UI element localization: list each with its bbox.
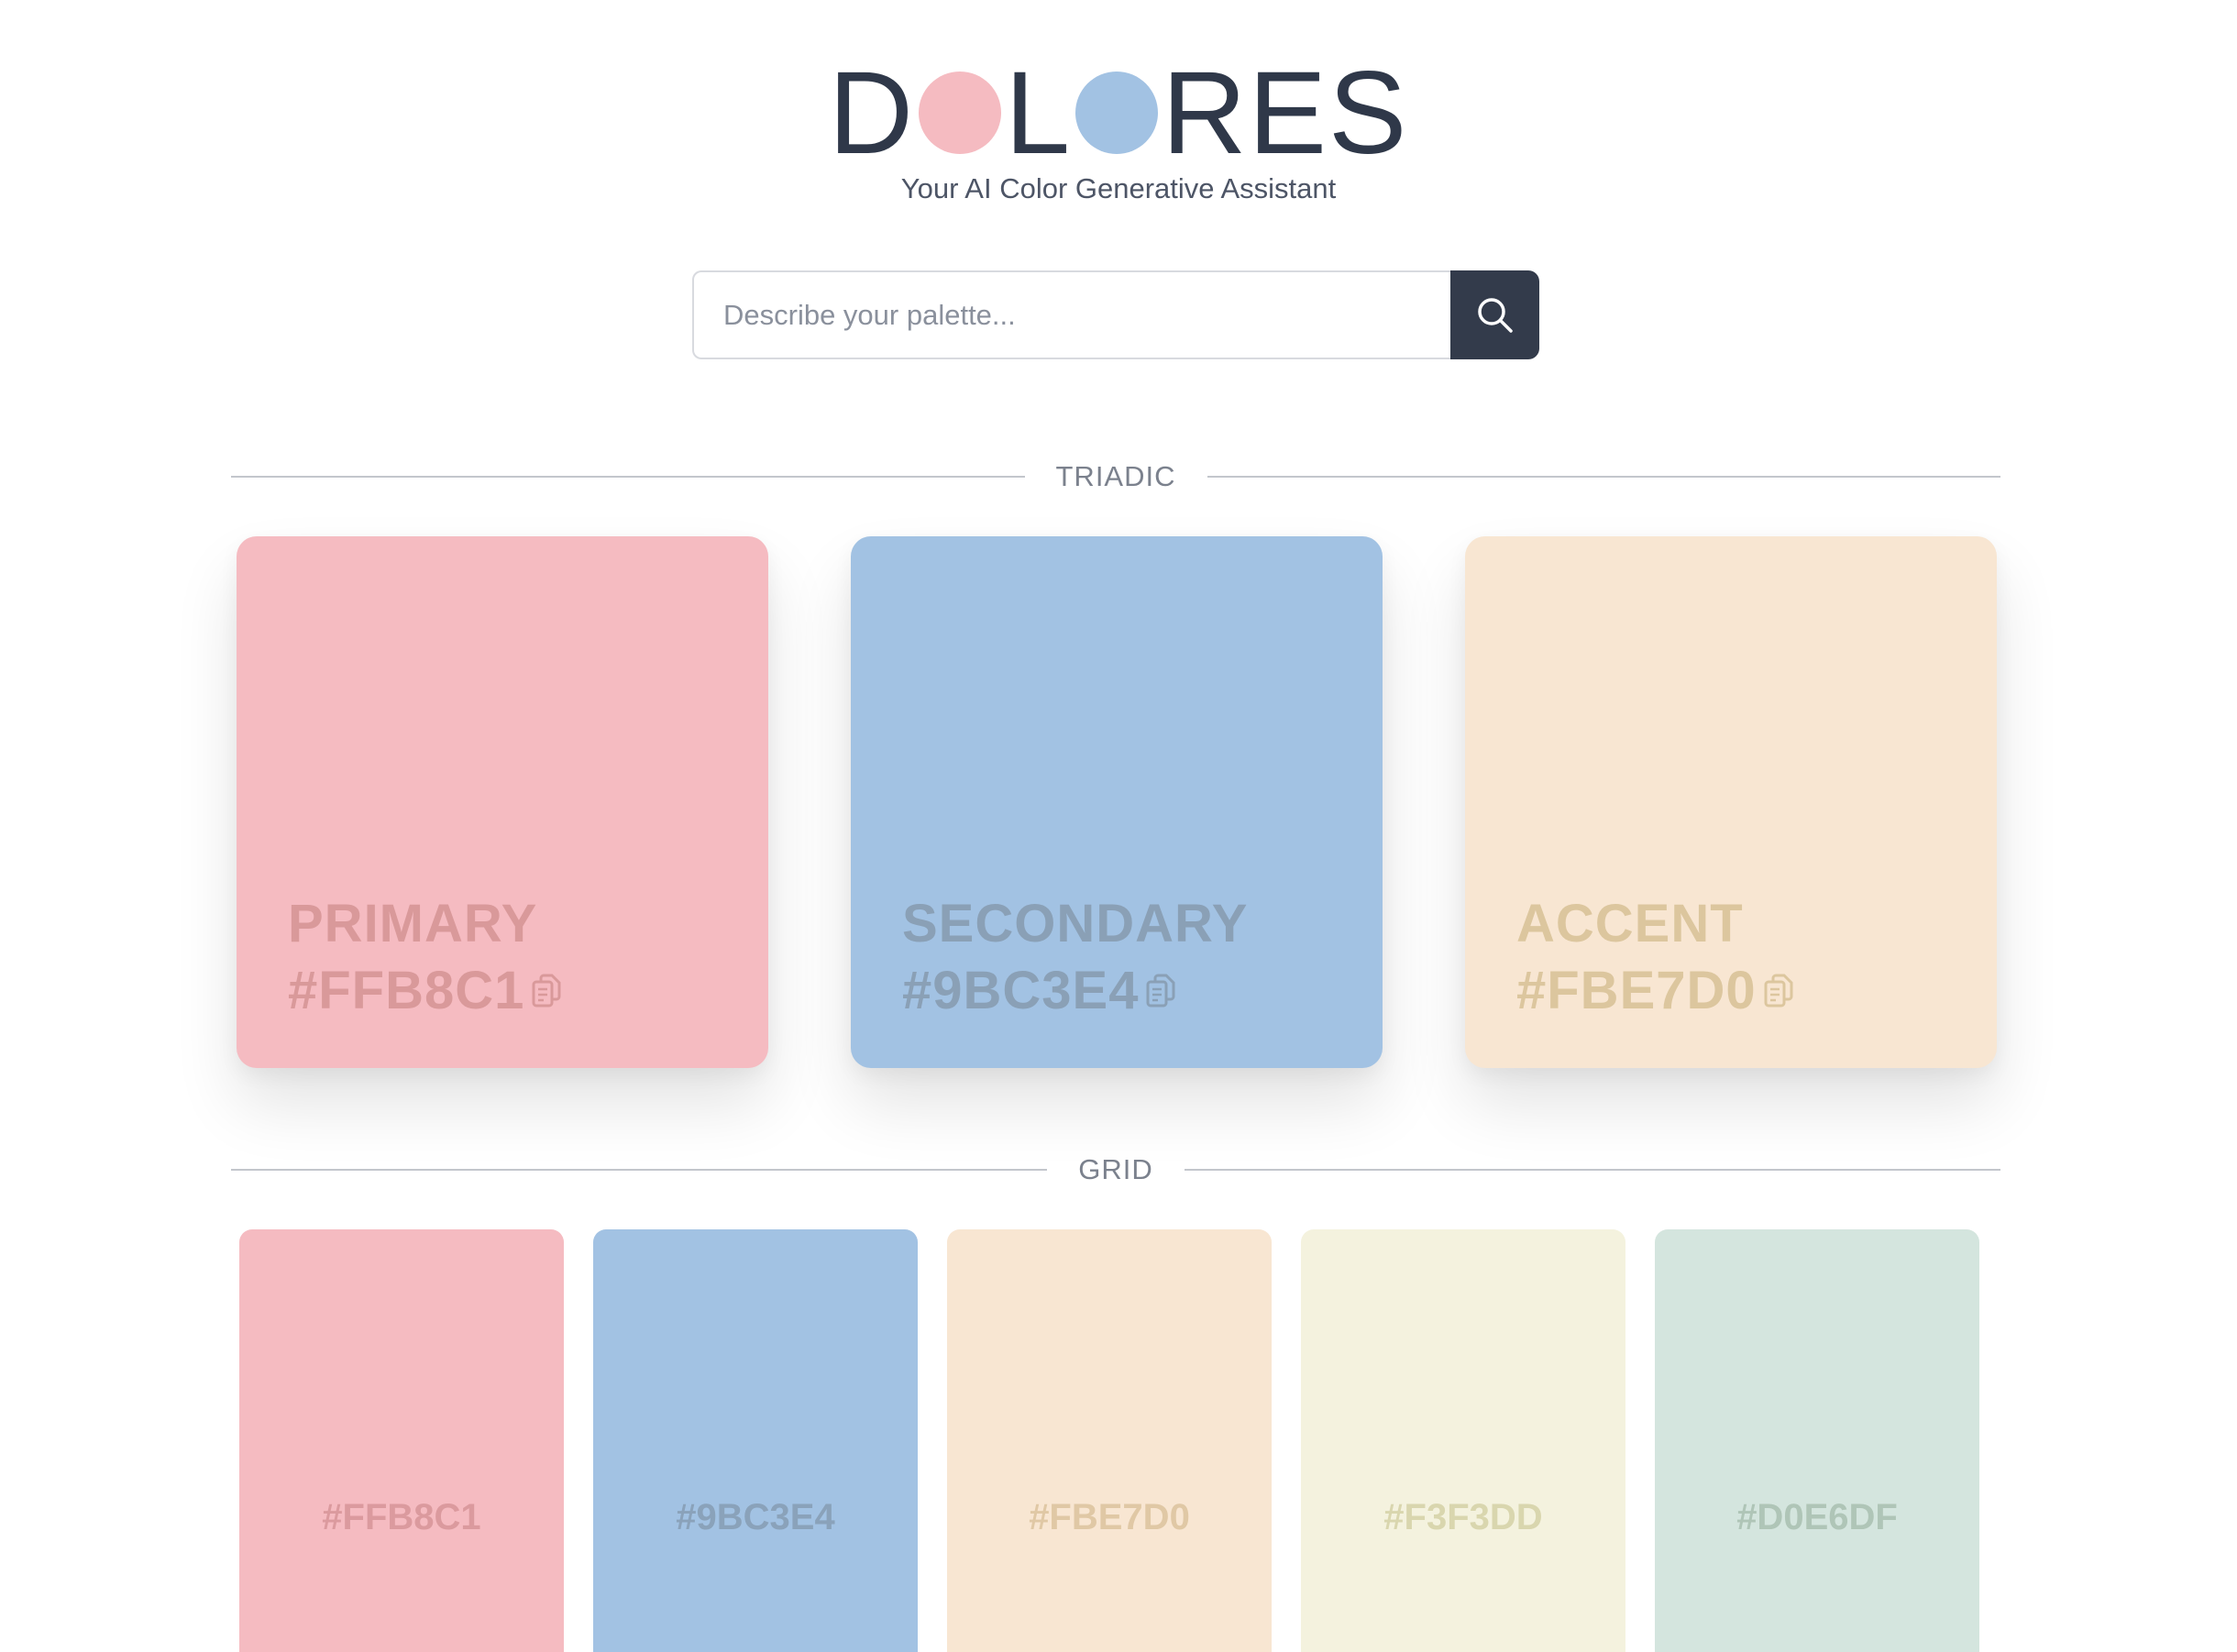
divider-line — [1207, 476, 2000, 478]
grid-palette: #FFB8C1 #9BC3E4 #FBE7D0 #F3F3DD #D0E6DF — [239, 1229, 1981, 1652]
divider-line — [231, 1169, 1048, 1171]
grid-section-divider: GRID — [231, 1151, 2000, 1188]
card-hex-value: #9BC3E4 — [902, 961, 1140, 1020]
card-hex-row: #FBE7D0 — [1516, 956, 1799, 1026]
grid-swatch[interactable]: #FFB8C1 — [239, 1229, 564, 1652]
divider-line — [1184, 1169, 2000, 1171]
grid-swatch[interactable]: #9BC3E4 — [593, 1229, 918, 1652]
app-page: D L RES Your AI Color Generative Assistant… — [0, 0, 2237, 1652]
search-button[interactable] — [1450, 270, 1539, 359]
swatch-hex-value: #FBE7D0 — [1029, 1497, 1190, 1537]
swatch-hex-value: #D0E6DF — [1736, 1497, 1898, 1537]
palette-description-input[interactable] — [692, 270, 1450, 359]
grid-swatch[interactable]: #F3F3DD — [1301, 1229, 1625, 1652]
divider-line — [231, 476, 1025, 478]
triadic-section-divider: TRIADIC — [231, 458, 2000, 495]
app-logo: D L RES — [0, 51, 2237, 176]
logo-letter-l: L — [1005, 48, 1073, 179]
copy-icon[interactable] — [1144, 971, 1181, 1011]
triadic-section-title: TRIADIC — [1055, 460, 1176, 492]
copy-icon[interactable] — [530, 971, 567, 1011]
card-role-label: PRIMARY — [288, 894, 538, 953]
grid-section-title: GRID — [1078, 1153, 1153, 1185]
logo-letter-d: D — [828, 48, 916, 179]
secondary-color-card[interactable]: SECONDARY #9BC3E4 — [851, 536, 1383, 1068]
swatch-hex-value: #F3F3DD — [1383, 1497, 1543, 1537]
copy-icon[interactable] — [1762, 971, 1799, 1011]
card-hex-value: #FBE7D0 — [1516, 961, 1757, 1020]
primary-color-card[interactable]: PRIMARY #FFB8C1 — [237, 536, 768, 1068]
search-icon — [1475, 295, 1515, 336]
card-role-label: SECONDARY — [902, 894, 1249, 953]
logo-blue-circle — [1075, 72, 1159, 154]
logo-letters-res: RES — [1162, 48, 1409, 179]
tagline: Your AI Color Generative Assistant — [900, 172, 1337, 204]
grid-swatch[interactable]: #D0E6DF — [1655, 1229, 1979, 1652]
swatch-hex-value: #FFB8C1 — [322, 1497, 481, 1537]
swatch-hex-value: #9BC3E4 — [676, 1497, 835, 1537]
logo-pink-circle — [919, 72, 1002, 154]
grid-swatch[interactable]: #FBE7D0 — [947, 1229, 1272, 1652]
card-hex-value: #FFB8C1 — [288, 961, 525, 1020]
card-hex-row: #9BC3E4 — [902, 956, 1181, 1026]
palette-search-bar — [692, 270, 1539, 359]
triadic-palette: PRIMARY #FFB8C1 SECONDARY #9BC3E4 ACCENT… — [237, 536, 1997, 1068]
accent-color-card[interactable]: ACCENT #FBE7D0 — [1465, 536, 1997, 1068]
card-hex-row: #FFB8C1 — [288, 956, 567, 1026]
card-role-label: ACCENT — [1516, 894, 1744, 953]
